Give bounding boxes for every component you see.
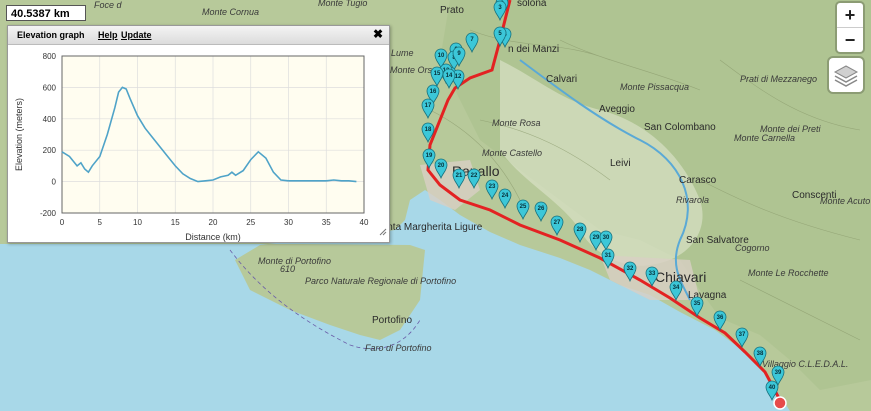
marker-label: 37 — [739, 332, 746, 338]
marker-label: 31 — [605, 253, 612, 259]
label-lume: Lume — [391, 48, 414, 58]
label-castello: Monte Castello — [482, 148, 542, 158]
label-rocchette: Monte Le Rocchette — [748, 268, 829, 278]
distance-readout: 40.5387 km — [6, 5, 86, 21]
x-tick-label: 35 — [322, 218, 331, 227]
marker-label: 32 — [627, 266, 634, 272]
marker-label: 15 — [434, 71, 441, 77]
zoom-out-button[interactable]: − — [837, 27, 863, 52]
marker-label: 29 — [593, 235, 600, 241]
label-prati-mezzanego: Prati di Mezzanego — [740, 74, 817, 84]
marker-label: 30 — [603, 235, 610, 241]
label-monte-cornua: Monte Cornua — [202, 7, 259, 17]
marker-label: 14 — [446, 73, 453, 79]
label-monte-acuto: Monte Acuto — [820, 196, 870, 206]
label-portofino: Portofino — [372, 315, 412, 326]
marker-label: 36 — [717, 315, 724, 321]
x-tick-label: 0 — [60, 218, 65, 227]
marker-label: 34 — [673, 285, 680, 291]
panel-header[interactable]: Elevation graph Help Update ✖ — [8, 26, 389, 45]
label-aveggio: Aveggio — [599, 104, 635, 115]
layers-button[interactable] — [829, 58, 863, 92]
label-cogorno: Cogorno — [735, 243, 770, 253]
end-marker[interactable] — [773, 396, 787, 410]
label-monte-portofino-elev: 610 — [280, 264, 295, 274]
label-rivarola: Rivarola — [676, 195, 709, 205]
label-monte-tugio: Monte Tugio — [318, 0, 367, 8]
label-monte-rosa: Monte Rosa — [492, 118, 541, 128]
zoom-in-button[interactable]: + — [837, 3, 863, 27]
marker-label: 19 — [426, 153, 433, 159]
y-axis-label: Elevation (meters) — [14, 98, 24, 171]
resize-grip-icon — [379, 228, 387, 236]
label-monte-carnella: Monte Carnella — [734, 133, 795, 143]
label-calvari: Calvari — [546, 74, 577, 85]
update-link[interactable]: Update — [121, 30, 152, 40]
marker-label: 18 — [425, 127, 432, 133]
help-link[interactable]: Help — [98, 30, 118, 40]
x-tick-label: 20 — [209, 218, 218, 227]
x-tick-label: 30 — [284, 218, 293, 227]
x-tick-label: 5 — [98, 218, 103, 227]
x-tick-label: 10 — [133, 218, 142, 227]
y-tick-label: 400 — [43, 115, 57, 124]
label-prato: Prato — [440, 5, 464, 16]
elevation-chart: 0 5 10 15 20 25 30 35 408006004002000-200Distanc… — [14, 52, 387, 242]
marker-label: 33 — [649, 271, 656, 277]
route-marker[interactable]: 40 — [765, 380, 779, 402]
marker-label: 39 — [775, 370, 782, 376]
label-pissacqua: Monte Pissacqua — [620, 82, 689, 92]
label-chiavari: Chiavari — [655, 269, 706, 285]
marker-label: 20 — [438, 163, 445, 169]
marker-label: 38 — [757, 351, 764, 357]
close-icon[interactable]: ✖ — [373, 27, 383, 41]
marker-label: 24 — [502, 193, 509, 199]
label-colombano: San Colombano — [644, 122, 716, 133]
y-tick-label: 200 — [43, 146, 57, 155]
marker-label: 16 — [430, 89, 437, 95]
label-foce: Foce d — [94, 0, 123, 10]
layers-icon — [833, 65, 859, 87]
x-tick-label: 40 — [360, 218, 369, 227]
marker-label: 17 — [425, 103, 432, 109]
elevation-panel: Elevation graph Help Update ✖ 0 5 10 15 20 25… — [7, 25, 390, 243]
marker-label: 40 — [769, 385, 776, 391]
y-tick-label: 0 — [52, 178, 57, 187]
x-tick-label: 15 — [171, 218, 180, 227]
x-axis-label: Distance (km) — [185, 232, 241, 242]
y-tick-label: -200 — [40, 209, 57, 218]
label-leivi: Leivi — [610, 158, 631, 169]
zoom-control: + − — [837, 3, 863, 52]
panel-title: Elevation graph — [17, 30, 85, 40]
marker-label: 21 — [456, 173, 463, 179]
marker-label: 26 — [538, 206, 545, 212]
marker-label: 35 — [694, 301, 701, 307]
marker-label: 12 — [455, 74, 462, 80]
label-solona: solona — [517, 0, 547, 9]
label-manzi: n dei Manzi — [508, 44, 559, 55]
marker-label: 27 — [554, 220, 561, 226]
y-tick-label: 600 — [43, 83, 57, 92]
y-tick-label: 800 — [43, 52, 57, 61]
label-faro: Faro di Portofino — [365, 343, 432, 353]
marker-label: 25 — [520, 204, 527, 210]
label-carasco: Carasco — [679, 175, 717, 186]
label-parco: Parco Naturale Regionale di Portofino — [305, 276, 456, 286]
marker-label: 10 — [438, 53, 445, 59]
marker-label: 23 — [489, 184, 496, 190]
marker-label: 22 — [471, 173, 478, 179]
label-santa-margherita: Santa Margherita Ligure — [375, 222, 483, 233]
x-tick-label: 25 — [246, 218, 255, 227]
marker-label: 28 — [577, 227, 584, 233]
